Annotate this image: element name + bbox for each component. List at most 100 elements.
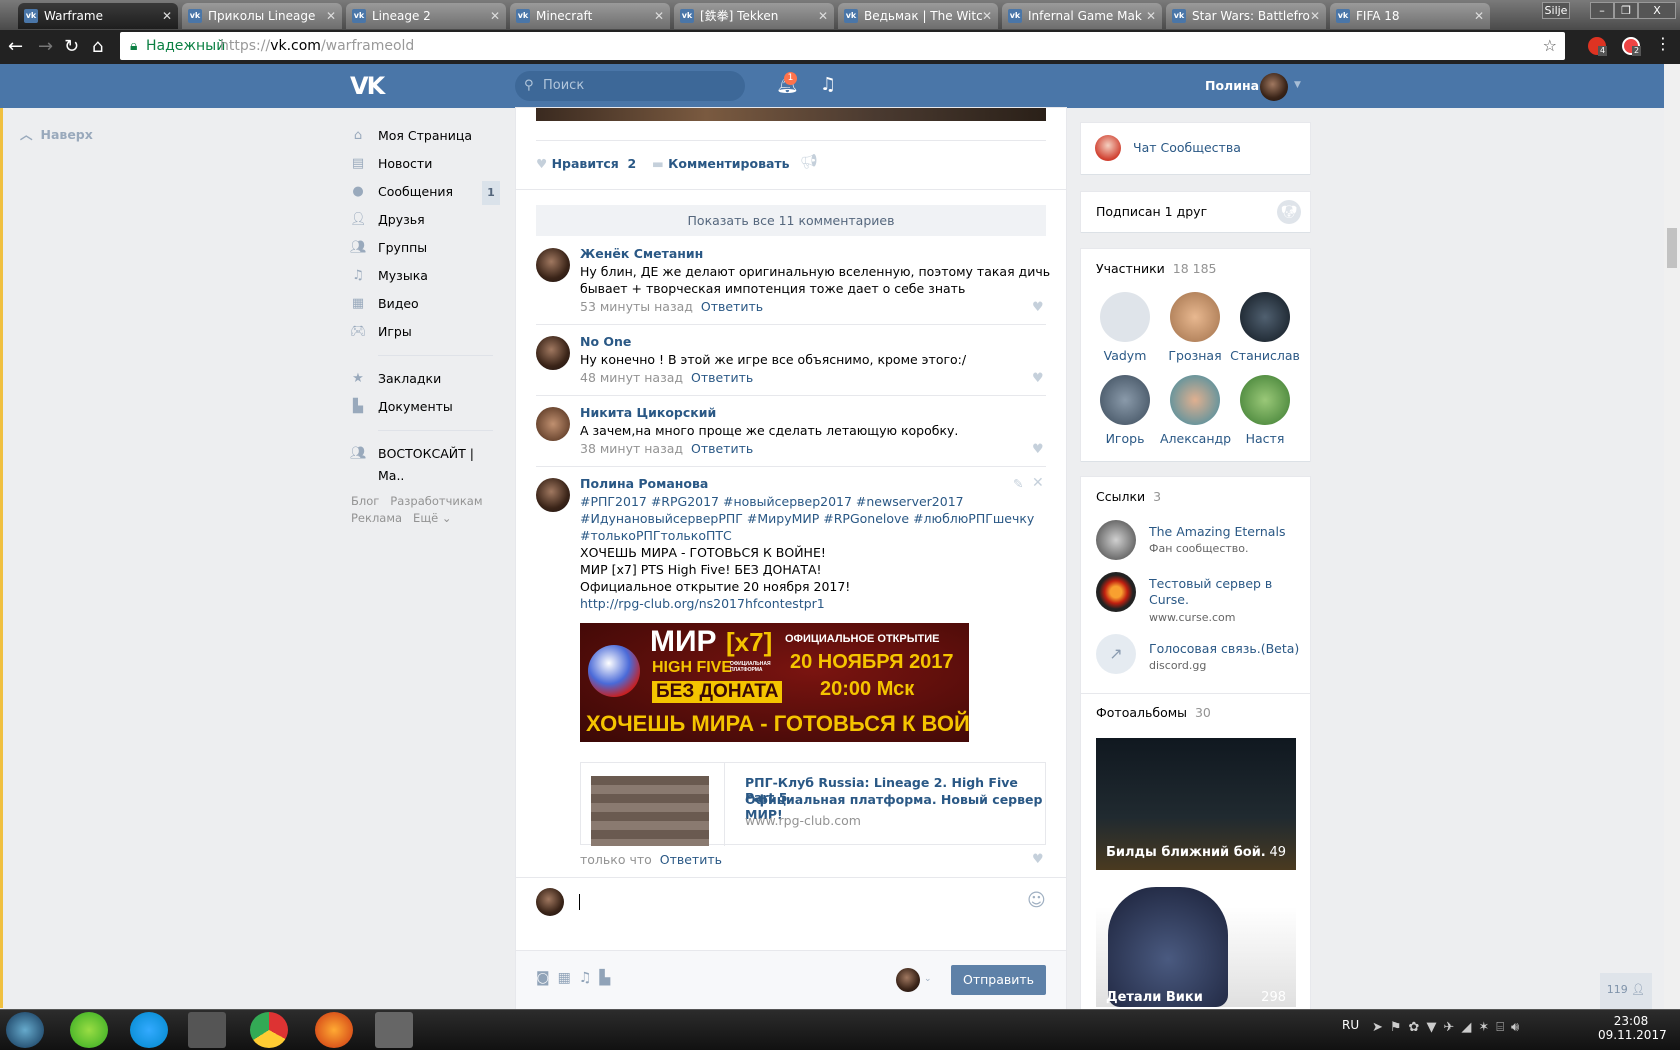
sidebar-item-music[interactable]: ♫ Музыка: [350, 265, 500, 287]
sidebar-item-news[interactable]: ▤ Новости: [350, 153, 500, 175]
sidebar-item-bookmarks[interactable]: ★ Закладки: [350, 368, 500, 390]
search-input[interactable]: ⚲ Поиск: [515, 71, 745, 101]
edit-pencil-icon[interactable]: ✎: [1013, 476, 1023, 491]
comment-link[interactable]: http://rpg-club.org/ns2017hfcontestpr1: [580, 596, 825, 611]
tab[interactable]: vk Infernal Game Mak ✕: [1002, 3, 1162, 29]
reply-link[interactable]: Ответить: [701, 299, 763, 314]
profile-button[interactable]: Silje: [1542, 2, 1570, 19]
link-title[interactable]: The Amazing Eternals: [1149, 524, 1285, 539]
close-tab-icon[interactable]: ✕: [818, 3, 828, 29]
footer-dev-link[interactable]: Разработчикам: [390, 494, 482, 508]
language-indicator[interactable]: RU: [1342, 1018, 1359, 1032]
member-item[interactable]: Vadym: [1090, 292, 1160, 363]
link-preview-card[interactable]: РПГ-Клуб Russia: Lineage 2. High Five Pa…: [580, 762, 1046, 846]
sidebar-item-my-page[interactable]: ⌂ Моя Страница: [350, 125, 500, 147]
reply-link[interactable]: Ответить: [660, 852, 722, 867]
link-avatar[interactable]: [1096, 572, 1136, 612]
scrollbar[interactable]: [1664, 64, 1680, 1009]
share-megaphone-icon[interactable]: 📢︎: [800, 154, 818, 170]
sidebar-item-friends[interactable]: 👤︎ Друзья: [350, 209, 500, 231]
like-heart-icon[interactable]: ♥: [1032, 852, 1044, 867]
post-as-avatar[interactable]: [896, 968, 920, 992]
sidebar-item-video[interactable]: ▦ Видео: [350, 293, 500, 315]
like-button[interactable]: ♥ Нравится 2: [536, 156, 636, 171]
footer-ads-link[interactable]: Реклама: [351, 511, 402, 525]
chrome-icon[interactable]: [250, 1012, 288, 1048]
chevron-down-icon[interactable]: ▼: [1294, 80, 1301, 90]
sidebar-item-groups[interactable]: 👥︎ Группы: [350, 237, 500, 259]
comment-time[interactable]: только что: [580, 852, 652, 867]
firefox-icon[interactable]: [315, 1012, 353, 1048]
banner-image[interactable]: МИР [x7] HIGH FIVE ОФИЦИАЛЬНАЯ ПЛАТФОРМА…: [580, 623, 969, 742]
link-title[interactable]: Тестовый сервер в: [1149, 576, 1272, 591]
close-tab-icon[interactable]: ✕: [1146, 3, 1156, 29]
comment-avatar[interactable]: [536, 248, 570, 282]
comment-author[interactable]: Женёк Сметанин: [580, 246, 703, 261]
send-button[interactable]: Отправить: [951, 965, 1046, 995]
albums-header[interactable]: Фотоальбомы 30: [1096, 705, 1211, 720]
member-item[interactable]: Станислав: [1230, 292, 1300, 363]
show-all-comments-button[interactable]: Показать все 11 комментариев: [536, 205, 1046, 236]
video-icon[interactable]: ▦: [558, 970, 579, 986]
comment-author[interactable]: Полина Романова: [580, 476, 708, 491]
tab[interactable]: vk Star Wars: Battlefro ✕: [1166, 3, 1326, 29]
like-heart-icon[interactable]: ♥: [1032, 371, 1044, 386]
minimize-button[interactable]: –: [1590, 2, 1614, 19]
close-tab-icon[interactable]: ✕: [654, 3, 664, 29]
link-avatar[interactable]: [1096, 520, 1136, 560]
music-player-icon[interactable]: ♫: [820, 74, 836, 95]
explorer-icon[interactable]: [188, 1012, 226, 1048]
adblock-extension-icon[interactable]: 4: [1588, 37, 1608, 56]
hashtags[interactable]: #ИдунановыйсерверРПГ #МируМИР #RPGonelov…: [580, 511, 1034, 526]
like-heart-icon[interactable]: ♥: [1032, 442, 1044, 457]
album-item[interactable]: Детали Вики 298: [1096, 882, 1296, 1007]
links-header[interactable]: Ссылки 3: [1096, 489, 1161, 504]
comment-input[interactable]: [576, 884, 1016, 944]
tab[interactable]: vk Lineage 2 ✕: [346, 3, 506, 29]
tab-warframe[interactable]: vk Warframe ✕: [18, 3, 178, 29]
tab[interactable]: vk Minecraft ✕: [510, 3, 670, 29]
document-icon[interactable]: ▙: [599, 970, 618, 986]
music-icon[interactable]: ♫: [579, 970, 600, 986]
sidebar-item-messages[interactable]: ● Сообщения 1: [350, 181, 500, 205]
member-item[interactable]: Грозная: [1160, 292, 1230, 363]
post-image[interactable]: [536, 108, 1046, 121]
sidebar-item-games[interactable]: 🎮︎ Игры: [350, 321, 500, 343]
online-friends-button[interactable]: 119 👤︎: [1600, 973, 1652, 1009]
comment-time[interactable]: 53 минуты назад: [580, 299, 693, 314]
close-window-button[interactable]: X: [1638, 2, 1676, 19]
forward-icon[interactable]: →: [38, 36, 53, 57]
hashtags[interactable]: #РПГ2017 #RPG2017 #новыйсервер2017 #news…: [580, 494, 964, 509]
comment-time[interactable]: 38 минут назад: [580, 441, 683, 456]
tab[interactable]: vk Приколы Lineage ✕: [182, 3, 342, 29]
close-tab-icon[interactable]: ✕: [982, 3, 992, 29]
reply-link[interactable]: Ответить: [691, 370, 753, 385]
menu-icon[interactable]: ⋮: [1655, 34, 1671, 53]
vk-logo[interactable]: VK: [350, 72, 385, 100]
sidebar-item-group-vostoksite[interactable]: 👥︎ ВОСТОКСАЙТ | Ма..: [350, 443, 500, 483]
comment-time[interactable]: 48 минут назад: [580, 370, 683, 385]
link-title[interactable]: Curse.: [1149, 592, 1189, 607]
link-arrow-icon[interactable]: ↗: [1096, 634, 1136, 674]
reply-link[interactable]: Ответить: [691, 441, 753, 456]
emoji-smile-icon[interactable]: ☺: [1027, 890, 1046, 911]
close-tab-icon[interactable]: ✕: [1474, 3, 1484, 29]
comment-button[interactable]: ▬ Комментировать: [652, 156, 790, 171]
members-header[interactable]: Участники 18 185: [1096, 261, 1217, 276]
member-item[interactable]: Игорь: [1090, 375, 1160, 446]
comment-author[interactable]: No One: [580, 334, 631, 349]
close-tab-icon[interactable]: ✕: [162, 3, 172, 29]
comment-avatar[interactable]: [536, 478, 570, 512]
utorrent-icon[interactable]: [70, 1012, 108, 1048]
scrollbar-thumb[interactable]: [1667, 228, 1677, 268]
close-tab-icon[interactable]: ✕: [490, 3, 500, 29]
chevron-down-icon[interactable]: ⌄: [924, 974, 932, 984]
address-bar[interactable]: 🔒︎ Надежный https://vk.com/warframeold ☆: [120, 32, 1565, 60]
skype-icon[interactable]: [130, 1012, 168, 1048]
member-item[interactable]: Александр: [1160, 375, 1231, 446]
maximize-button[interactable]: ❐: [1614, 2, 1638, 19]
footer-more-link[interactable]: Ещё: [413, 511, 438, 525]
clock[interactable]: 23:08 09.11.2017: [1598, 1014, 1667, 1042]
close-tab-icon[interactable]: ✕: [1310, 3, 1320, 29]
home-button-icon[interactable]: ⌂: [92, 36, 103, 57]
